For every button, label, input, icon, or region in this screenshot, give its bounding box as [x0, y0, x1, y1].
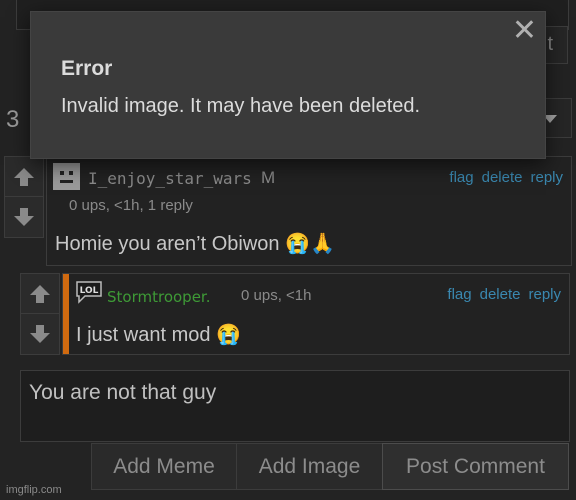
arrow-down-icon	[30, 325, 50, 343]
error-dialog: ✕ Error Invalid image. It may have been …	[30, 11, 546, 159]
watermark: imgflip.com	[6, 484, 62, 496]
arrow-up-icon	[30, 284, 50, 303]
comment-body: I_enjoy_star_wars M flag delete reply 0 …	[46, 156, 572, 266]
comment-actions: flag delete reply	[449, 169, 563, 186]
arrow-up-icon	[14, 167, 34, 186]
downvote-button[interactable]	[21, 314, 59, 354]
upvote-button[interactable]	[5, 157, 43, 197]
comment-count: 3	[6, 106, 20, 133]
comment-text: Homie you aren’t Obiwon 😭🙏	[55, 233, 335, 255]
username[interactable]: Stormtrooper.	[107, 288, 210, 306]
comment-input[interactable]: You are not that guy	[20, 370, 570, 442]
reply-link[interactable]: reply	[530, 169, 563, 186]
dialog-title: Error	[61, 57, 113, 80]
reply-comment: LOL Stormtrooper. 0 ups, <1h flag delete…	[20, 273, 570, 355]
compose-buttons: Add Meme Add Image Post Comment	[91, 443, 569, 490]
flag-link[interactable]: flag	[447, 286, 471, 303]
upvote-button[interactable]	[21, 274, 59, 314]
avatar[interactable]: LOL	[75, 280, 105, 306]
delete-link[interactable]: delete	[480, 286, 521, 303]
comment-actions: flag delete reply	[447, 286, 561, 303]
reply-indicator-bar	[63, 274, 69, 354]
close-icon[interactable]: ✕	[512, 16, 537, 46]
avatar[interactable]	[53, 163, 80, 190]
lol-speech-bubble-icon: LOL	[76, 281, 102, 304]
flag-link[interactable]: flag	[449, 169, 473, 186]
comment: I_enjoy_star_wars M flag delete reply 0 …	[4, 156, 572, 266]
avatar-text: LOL	[80, 286, 99, 296]
comment-meta: 0 ups, <1h, 1 reply	[69, 197, 193, 214]
mod-badge: M	[261, 168, 276, 187]
delete-link[interactable]: delete	[482, 169, 523, 186]
comment-text: I just want mod 😭	[76, 324, 241, 346]
reply-link[interactable]: reply	[528, 286, 561, 303]
comment-body: LOL Stormtrooper. 0 ups, <1h flag delete…	[62, 273, 570, 355]
downvote-button[interactable]	[5, 197, 43, 237]
comment-meta: 0 ups, <1h	[241, 287, 312, 304]
add-image-button[interactable]: Add Image	[236, 443, 383, 490]
arrow-down-icon	[14, 208, 34, 226]
dialog-message: Invalid image. It may have been deleted.	[61, 95, 421, 117]
vote-controls	[20, 273, 60, 355]
username[interactable]: I_enjoy_star_wars	[88, 169, 252, 188]
add-meme-button[interactable]: Add Meme	[91, 443, 237, 490]
vote-controls	[4, 156, 44, 238]
post-comment-button[interactable]: Post Comment	[382, 443, 569, 490]
